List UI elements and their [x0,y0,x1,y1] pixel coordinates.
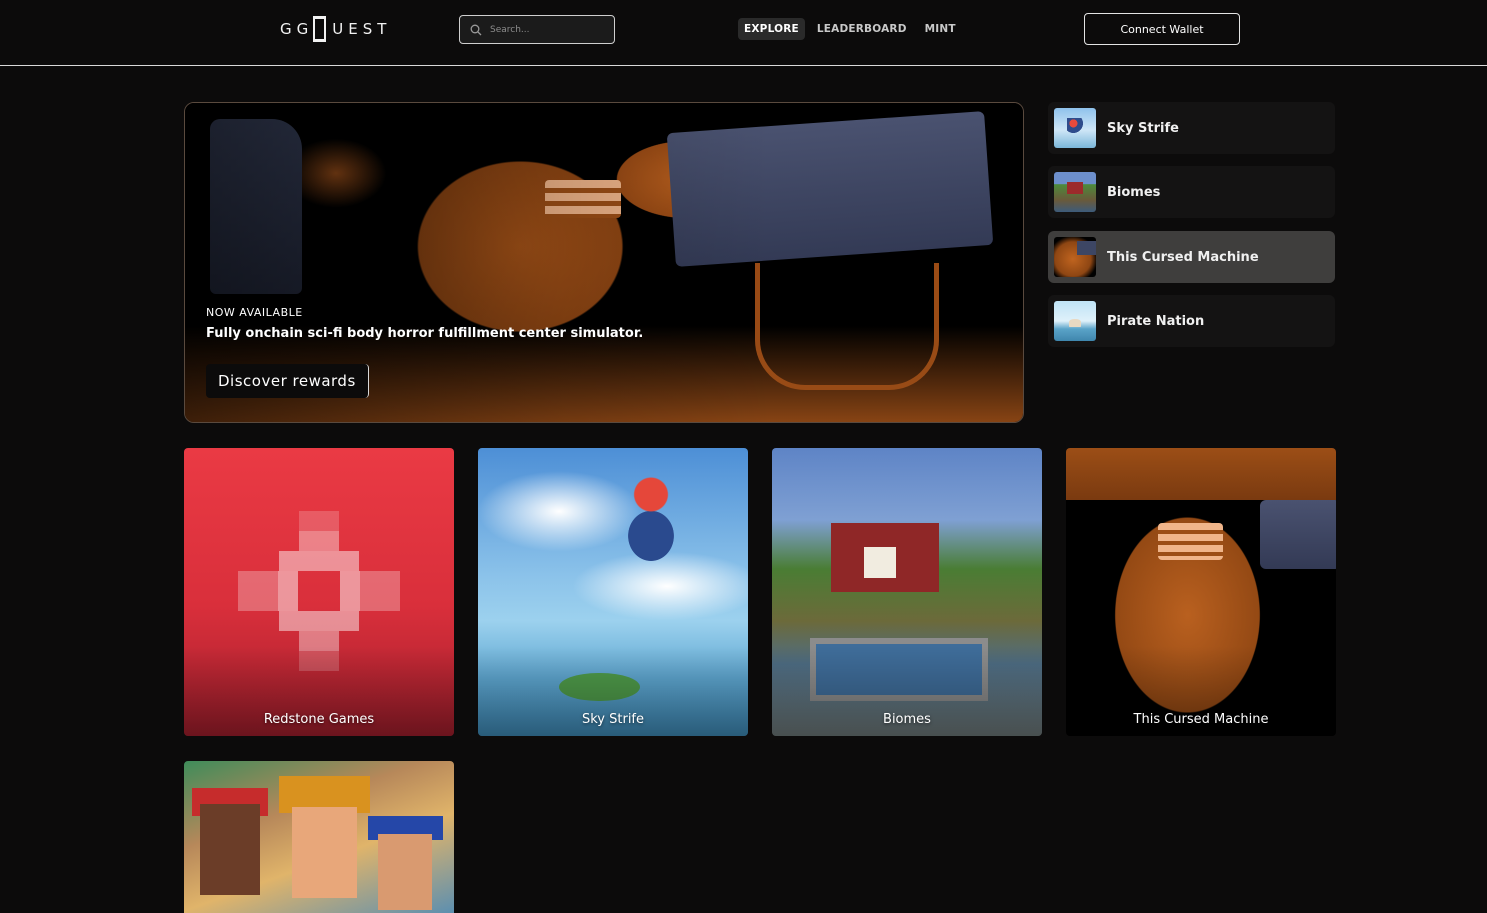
sidebar-item-sky-strife[interactable]: Sky Strife [1048,102,1335,154]
sidebar-item-label: This Cursed Machine [1107,249,1259,265]
main-nav: EXPLORE LEADERBOARD MINT [738,17,968,41]
game-card-biomes[interactable]: Biomes [772,448,1042,736]
nav-leaderboard[interactable]: LEADERBOARD [811,18,913,40]
nav-explore[interactable]: EXPLORE [738,18,805,40]
search-icon [470,24,482,35]
search-box[interactable] [459,15,615,44]
hero-banner[interactable]: NOW AVAILABLE Fully onchain sci-fi body … [184,102,1024,423]
discover-rewards-button[interactable]: Discover rewards [206,364,369,398]
game-card-redstone-games[interactable]: Redstone Games [184,448,454,736]
logo-q-glyph [313,16,327,42]
game-card-title: Sky Strife [581,712,645,727]
sky-strife-thumbnail [1054,108,1096,148]
sidebar-item-label: Biomes [1107,184,1161,200]
pirate-nation-artwork [184,761,454,913]
search-input[interactable] [490,24,600,35]
logo-text-prefix: GG [280,20,314,38]
sidebar-item-this-cursed-machine[interactable]: This Cursed Machine [1048,231,1335,283]
ggquest-logo[interactable]: GG UEST [280,14,391,44]
game-card-title: Biomes [883,712,931,727]
pirate-nation-thumbnail [1054,301,1096,341]
hero-kicker: NOW AVAILABLE [206,306,303,319]
this-cursed-machine-thumbnail [1054,237,1096,277]
sidebar-item-biomes[interactable]: Biomes [1048,166,1335,218]
game-card-pirate-nation[interactable] [184,761,454,913]
biomes-thumbnail [1054,172,1096,212]
game-card-title: Redstone Games [263,712,375,727]
sidebar-item-label: Sky Strife [1107,120,1179,136]
game-card-title: This Cursed Machine [1133,712,1269,727]
nav-mint[interactable]: MINT [919,18,962,40]
connect-wallet-button[interactable]: Connect Wallet [1084,13,1240,45]
game-card-this-cursed-machine[interactable]: This Cursed Machine [1066,448,1336,736]
top-header: GG UEST EXPLORE LEADERBOARD MINT Connect… [0,0,1487,66]
sidebar-item-label: Pirate Nation [1107,313,1205,329]
sidebar-item-pirate-nation[interactable]: Pirate Nation [1048,295,1335,347]
hero-title: Fully onchain sci-fi body horror fulfill… [206,326,644,341]
game-card-sky-strife[interactable]: Sky Strife [478,448,748,736]
logo-text-suffix: UEST [332,20,392,38]
